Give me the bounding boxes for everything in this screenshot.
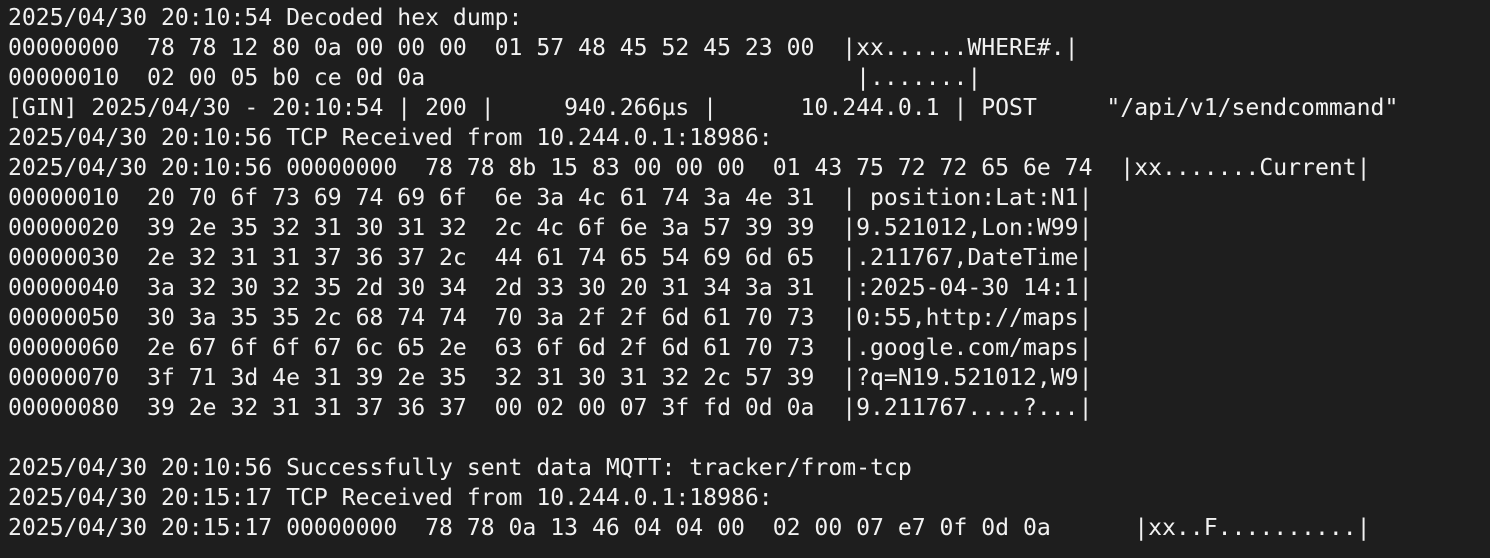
hex-dump-line: 00000010 02 00 05 b0 ce 0d 0a |.......|	[8, 65, 982, 91]
hex-dump-line: 00000030 2e 32 31 31 37 36 37 2c 44 61 7…	[8, 245, 1093, 271]
log-line: 2025/04/30 20:15:17 TCP Received from 10…	[8, 485, 773, 511]
gin-request-log-line: [GIN] 2025/04/30 - 20:10:54 | 200 | 940.…	[8, 95, 1399, 121]
terminal-output[interactable]: 2025/04/30 20:10:54 Decoded hex dump: 00…	[0, 0, 1490, 558]
hex-dump-line: 2025/04/30 20:15:17 00000000 78 78 0a 13…	[8, 515, 1371, 541]
log-line: 2025/04/30 20:10:56 TCP Received from 10…	[8, 125, 773, 151]
hex-dump-line: 00000000 78 78 12 80 0a 00 00 00 01 57 4…	[8, 35, 1079, 61]
log-line: 2025/04/30 20:10:56 Successfully sent da…	[8, 455, 912, 481]
log-line: 2025/04/30 20:10:54 Decoded hex dump:	[8, 5, 523, 31]
hex-dump-line: 00000020 39 2e 35 32 31 30 31 32 2c 4c 6…	[8, 215, 1093, 241]
hex-dump-line: 2025/04/30 20:10:56 00000000 78 78 8b 15…	[8, 155, 1371, 181]
hex-dump-line: 00000050 30 3a 35 35 2c 68 74 74 70 3a 2…	[8, 305, 1093, 331]
hex-dump-line: 00000010 20 70 6f 73 69 74 69 6f 6e 3a 4…	[8, 185, 1093, 211]
hex-dump-line: 00000070 3f 71 3d 4e 31 39 2e 35 32 31 3…	[8, 365, 1093, 391]
hex-dump-line: 00000080 39 2e 32 31 31 37 36 37 00 02 0…	[8, 395, 1093, 421]
hex-dump-line: 00000040 3a 32 30 32 35 2d 30 34 2d 33 3…	[8, 275, 1093, 301]
hex-dump-line: 00000060 2e 67 6f 6f 67 6c 65 2e 63 6f 6…	[8, 335, 1093, 361]
